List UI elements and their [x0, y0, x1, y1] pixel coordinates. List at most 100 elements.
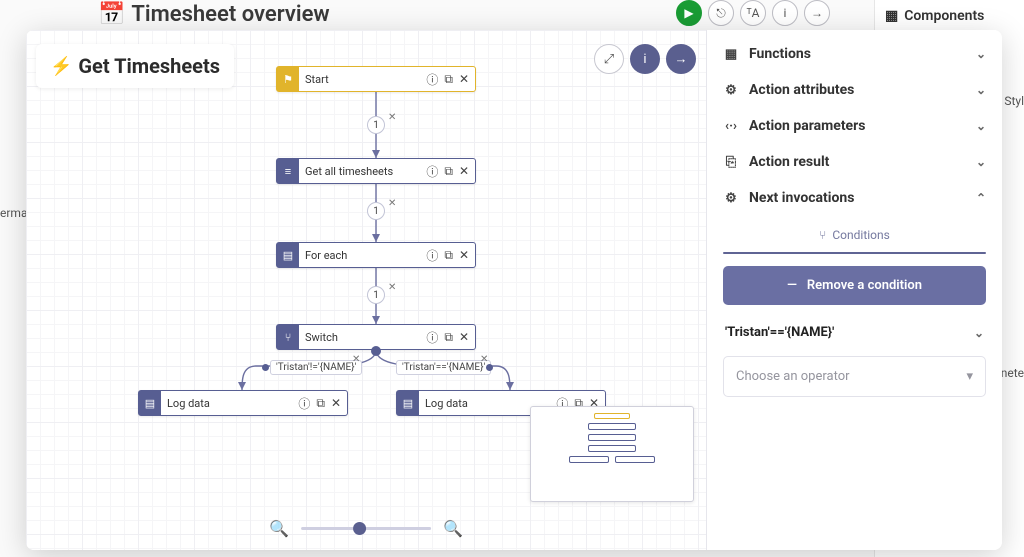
node-start-label: Start [299, 67, 420, 91]
grid-icon: ▦ [885, 8, 898, 24]
list-icon: ≡ [277, 159, 299, 183]
edge-label-false[interactable]: 'Tristan'!='{NAME}' [270, 360, 362, 375]
expand-button[interactable]: ⤢ [594, 44, 624, 74]
minus-icon: — [787, 278, 797, 293]
remove-condition-button[interactable]: — Remove a condition [723, 266, 986, 305]
junction-right [486, 364, 493, 371]
node-start[interactable]: ⚑ Start ⓘ ⧉ ✕ [276, 66, 476, 92]
zoom-out-button[interactable]: 🔍 [269, 519, 289, 538]
code-icon: ‹·› [723, 119, 739, 134]
operator-select[interactable]: Choose an operator ▾ [723, 356, 986, 397]
edge-badge-2[interactable]: 1 [367, 202, 385, 220]
flow-canvas[interactable]: ⚡ Get Timesheets ⤢ i → [26, 30, 706, 550]
edge-close-2[interactable]: ✕ [388, 198, 396, 209]
node-log-1-actions: ⓘ ⧉ ✕ [292, 391, 347, 415]
section-parameters[interactable]: ‹·›Action parameters ⌄ [707, 108, 1002, 144]
close-icon[interactable]: ✕ [459, 164, 469, 178]
page-title: 📅 Timesheet overview [98, 2, 330, 27]
bg-next-button[interactable]: → [804, 0, 830, 26]
play-button[interactable]: ▶ [676, 0, 702, 26]
section-result[interactable]: ⎘Action result ⌄ [707, 144, 1002, 180]
close-icon[interactable]: ✕ [331, 396, 341, 410]
chevron-up-icon: ⌃ [976, 191, 986, 205]
info-icon[interactable]: ⓘ [426, 247, 438, 264]
chevron-down-icon: ⌄ [974, 326, 984, 340]
conditions-tab[interactable]: ⑂ Conditions [723, 222, 986, 252]
doc-icon: ▤ [139, 391, 161, 415]
properties-panel: ▦Functions ⌄ ⚙Action attributes ⌄ ‹·›Act… [706, 30, 1002, 550]
edge-badge-1[interactable]: 1 [367, 116, 385, 134]
node-log-1-label: Log data [161, 391, 292, 415]
node-get-all[interactable]: ≡ Get all timesheets ⓘ ⧉ ✕ [276, 158, 476, 184]
node-get-all-label: Get all timesheets [299, 159, 420, 183]
operator-placeholder: Choose an operator [736, 369, 850, 384]
branch-icon: ⑂ [819, 228, 826, 242]
junction-out [371, 346, 381, 356]
calendar-icon: 📅 [98, 2, 125, 27]
condition-row[interactable]: 'Tristan'=='{NAME}' ⌄ [723, 323, 986, 342]
zoom-in-button[interactable]: 🔍 [443, 519, 463, 538]
copy-icon[interactable]: ⧉ [444, 164, 453, 179]
branch-icon: ⑂ [277, 325, 299, 349]
grid-icon: ▦ [723, 47, 739, 62]
edge-badge-3[interactable]: 1 [367, 286, 385, 304]
flow-modal: ⚡ Get Timesheets ⤢ i → [26, 30, 1002, 550]
node-log-1[interactable]: ▤ Log data ⓘ ⧉ ✕ [138, 390, 348, 416]
output-icon: ⎘ [723, 155, 739, 170]
node-switch-label: Switch [299, 325, 420, 349]
bg-tool-2[interactable]: ᵀA [740, 0, 766, 26]
flag-icon: ⚑ [277, 67, 299, 91]
chevron-down-icon: ⌄ [976, 119, 986, 133]
doc-icon: ▤ [277, 243, 299, 267]
node-foreach-label: For each [299, 243, 420, 267]
condition-expression: 'Tristan'=='{NAME}' [725, 325, 834, 340]
info-icon[interactable]: ⓘ [426, 163, 438, 180]
bg-label-nete: nete [1001, 366, 1024, 380]
copy-icon[interactable]: ⧉ [316, 396, 325, 411]
flow-title-chip: ⚡ Get Timesheets [36, 44, 234, 88]
canvas-info-button[interactable]: i [630, 44, 660, 74]
bg-tool-1[interactable]: ⎋ [708, 0, 734, 26]
junction-left [262, 364, 269, 371]
section-attributes[interactable]: ⚙Action attributes ⌄ [707, 72, 1002, 108]
flow-title-text: Get Timesheets [78, 54, 220, 78]
info-icon[interactable]: ⓘ [426, 329, 438, 346]
bg-info-button[interactable]: i [772, 0, 798, 26]
zoom-slider[interactable] [301, 527, 431, 530]
node-foreach[interactable]: ▤ For each ⓘ ⧉ ✕ [276, 242, 476, 268]
close-icon[interactable]: ✕ [459, 330, 469, 344]
triangle-down-icon: ▾ [966, 369, 973, 384]
page-title-text: Timesheet overview [131, 2, 329, 27]
bg-label-erma: erma [0, 206, 27, 220]
copy-icon[interactable]: ⧉ [444, 248, 453, 263]
edge-label-true[interactable]: 'Tristan'=='{NAME}' [396, 360, 491, 375]
section-next-invocations[interactable]: ⚙Next invocations ⌃ [707, 180, 1002, 216]
close-icon[interactable]: ✕ [459, 72, 469, 86]
section-next-body: ⑂ Conditions — Remove a condition 'Trist… [707, 216, 1002, 411]
info-icon[interactable]: ⓘ [298, 395, 310, 412]
zoom-thumb[interactable] [353, 522, 366, 535]
edge-label-false-close[interactable]: ✕ [352, 354, 360, 365]
sliders-icon: ⚙ [723, 191, 739, 206]
section-functions[interactable]: ▦Functions ⌄ [707, 36, 1002, 72]
components-header[interactable]: ▦ Components [885, 8, 1014, 24]
copy-icon[interactable]: ⧉ [444, 72, 453, 87]
edge-close-1[interactable]: ✕ [388, 112, 396, 123]
copy-icon[interactable]: ⧉ [444, 330, 453, 345]
node-get-all-actions: ⓘ ⧉ ✕ [420, 159, 475, 183]
bolt-icon: ⚡ [50, 56, 72, 77]
info-icon[interactable]: ⓘ [426, 71, 438, 88]
doc-icon: ▤ [397, 391, 419, 415]
canvas-forward-button[interactable]: → [666, 44, 696, 74]
bg-label-styl: Styl [1004, 94, 1024, 108]
canvas-toolbar: ⤢ i → [594, 44, 696, 74]
minimap[interactable] [530, 406, 694, 502]
chevron-down-icon: ⌄ [976, 47, 986, 61]
sliders-icon: ⚙ [723, 83, 739, 98]
node-start-actions: ⓘ ⧉ ✕ [420, 67, 475, 91]
close-icon[interactable]: ✕ [459, 248, 469, 262]
chevron-down-icon: ⌄ [976, 155, 986, 169]
chevron-down-icon: ⌄ [976, 83, 986, 97]
node-foreach-actions: ⓘ ⧉ ✕ [420, 243, 475, 267]
edge-close-3[interactable]: ✕ [388, 282, 396, 293]
